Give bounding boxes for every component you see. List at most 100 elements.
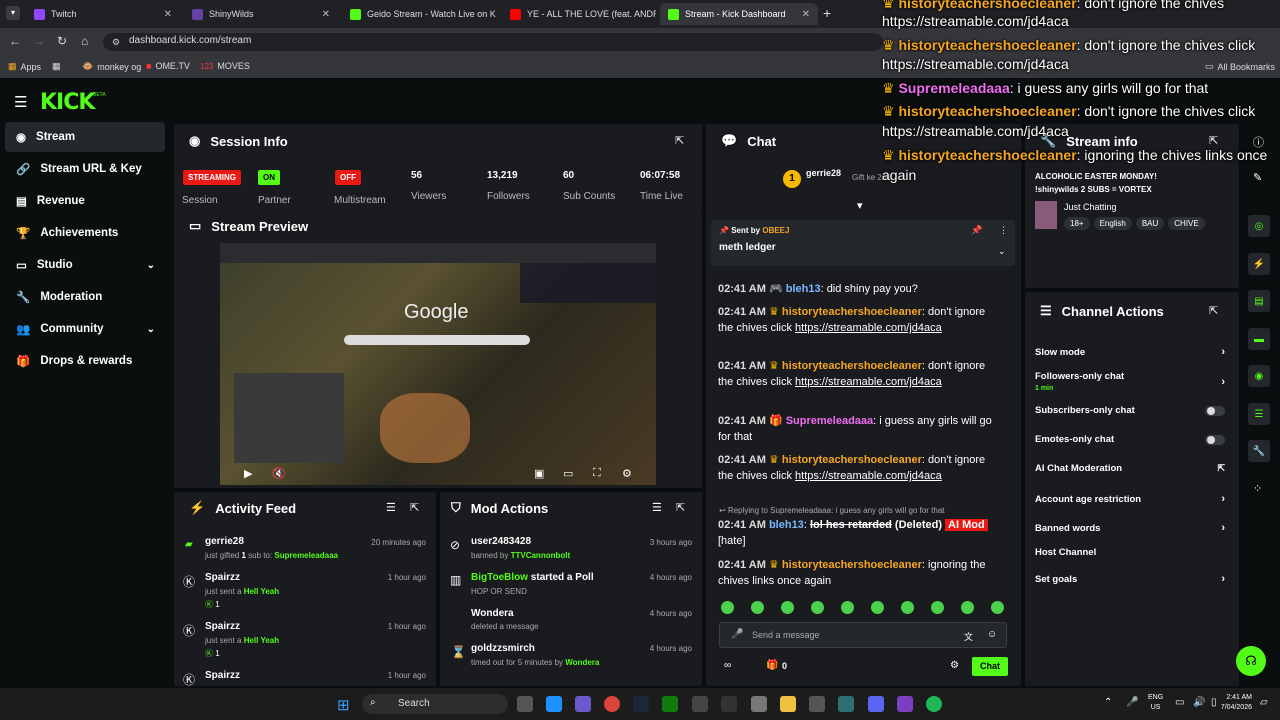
xbox-icon[interactable] bbox=[662, 696, 678, 712]
theater-icon[interactable]: ▭ bbox=[563, 467, 573, 480]
sidebar-item-stream-url[interactable]: 🔗 Stream URL & Key bbox=[5, 154, 165, 184]
tab-search-icon[interactable]: ▾ bbox=[6, 6, 20, 20]
sidebar-item-achievements[interactable]: 🏆 Achievements bbox=[5, 218, 165, 248]
tab-twitch[interactable]: Twitch ✕ bbox=[26, 3, 180, 25]
bookmark-ometv[interactable]: ■ OME.TV bbox=[146, 61, 190, 71]
pip-icon[interactable]: ▣ bbox=[534, 467, 544, 480]
activity-user[interactable]: gerrie28 bbox=[205, 536, 244, 547]
close-icon[interactable]: ✕ bbox=[802, 9, 810, 20]
app-icon[interactable] bbox=[692, 696, 708, 712]
emote-icon[interactable] bbox=[721, 601, 734, 614]
mod-user[interactable]: BigToeBlow bbox=[471, 572, 528, 583]
mod-user[interactable]: goldzzsmirch bbox=[471, 643, 535, 654]
windows-start-icon[interactable]: ⊞ bbox=[337, 696, 350, 714]
site-info-icon[interactable]: ⚙ bbox=[112, 37, 120, 48]
play-icon[interactable]: ▶ bbox=[244, 467, 252, 480]
lightning-icon[interactable]: ⚡ bbox=[1248, 253, 1270, 275]
mod-user[interactable]: Wondera bbox=[471, 608, 514, 619]
task-view-icon[interactable] bbox=[517, 696, 533, 712]
menu-icon[interactable]: ☰ bbox=[14, 93, 27, 111]
app-icon[interactable] bbox=[721, 696, 737, 712]
close-icon[interactable]: ✕ bbox=[164, 9, 172, 20]
gear-icon[interactable]: ⚙ bbox=[950, 660, 959, 671]
clipboard-icon[interactable]: ▤ bbox=[1248, 290, 1270, 312]
subscribers-only-action[interactable]: Subscribers-only chat bbox=[1035, 405, 1225, 416]
tray-chevron-icon[interactable]: ⌃ bbox=[1104, 697, 1112, 708]
emoji-icon[interactable]: ☺ bbox=[987, 629, 997, 640]
url-input[interactable]: dashboard.kick.com/stream bbox=[103, 33, 883, 51]
network-icon[interactable]: ▭ bbox=[1175, 697, 1184, 708]
mute-icon[interactable]: 🔇 bbox=[272, 467, 286, 480]
broadcast-icon[interactable]: ◉ bbox=[1248, 365, 1270, 387]
file-explorer-icon[interactable] bbox=[780, 696, 796, 712]
activity-user[interactable]: Spairzz bbox=[205, 621, 240, 632]
back-icon[interactable]: ← bbox=[9, 34, 21, 48]
host-channel-action[interactable]: Host Channel bbox=[1035, 547, 1225, 558]
video-player[interactable]: Google ▶ 🔇 ▣ ▭ ⛶ ⚙ bbox=[220, 243, 656, 485]
reload-icon[interactable]: ↻ bbox=[57, 34, 67, 48]
sidebar-item-drops[interactable]: 🎁 Drops & rewards bbox=[5, 346, 165, 376]
popout-icon[interactable]: ⇱ bbox=[1209, 304, 1218, 317]
emote-icon[interactable] bbox=[991, 601, 1004, 614]
bookmark-monkey[interactable]: 🐵 monkey og bbox=[82, 61, 141, 72]
emote-icon[interactable] bbox=[751, 601, 764, 614]
spotify-icon[interactable] bbox=[926, 696, 942, 712]
sidebar-item-studio[interactable]: ▭ Studio ⌄ bbox=[5, 250, 165, 280]
tab-youtube[interactable]: YE - ALL THE LOVE (feat. ANDR✕ bbox=[502, 3, 656, 25]
followers-only-action[interactable]: Followers-only chat 1 min › bbox=[1035, 371, 1225, 393]
chevron-down-icon[interactable]: ⌄ bbox=[998, 246, 1006, 257]
camera-icon[interactable]: ◎ bbox=[1248, 215, 1270, 237]
emote-icon[interactable] bbox=[811, 601, 824, 614]
tab-geido[interactable]: Geido Stream - Watch Live on K✕ bbox=[342, 3, 500, 25]
app-icon[interactable] bbox=[575, 696, 591, 712]
settings-icon[interactable]: ⚙ bbox=[622, 467, 632, 480]
gift-box-icon[interactable]: 🎁 bbox=[766, 660, 778, 671]
emote-icon[interactable] bbox=[901, 601, 914, 614]
fullscreen-icon[interactable]: ⛶ bbox=[593, 467, 601, 480]
popout-icon[interactable]: ⇱ bbox=[676, 501, 685, 514]
close-icon[interactable]: ✕ bbox=[322, 9, 330, 20]
bookmark-apps[interactable]: ▦ Apps bbox=[8, 61, 41, 72]
notification-icon[interactable]: ▱ bbox=[1260, 697, 1268, 708]
language-indicator[interactable]: ENG US bbox=[1148, 693, 1163, 713]
emote-icon[interactable] bbox=[841, 601, 854, 614]
tag[interactable]: 18+ bbox=[1064, 217, 1090, 230]
unpin-icon[interactable]: 📌 bbox=[971, 225, 982, 236]
list-icon[interactable]: ☰ bbox=[1248, 403, 1270, 425]
subscribers-only-toggle[interactable] bbox=[1205, 405, 1225, 416]
sidebar-item-community[interactable]: 👥 Community ⌄ bbox=[5, 314, 165, 344]
emotes-only-toggle[interactable] bbox=[1205, 434, 1225, 445]
popout-icon[interactable]: ⇱ bbox=[675, 134, 684, 147]
sidebar-item-revenue[interactable]: ▤ Revenue bbox=[5, 186, 165, 216]
mic-icon[interactable]: 🎤 bbox=[731, 629, 743, 640]
account-age-action[interactable]: Account age restriction › bbox=[1035, 493, 1225, 505]
translate-icon[interactable]: 文 bbox=[964, 630, 973, 643]
grid-icon[interactable]: ▦ bbox=[52, 61, 61, 72]
tag[interactable]: BAU bbox=[1135, 217, 1165, 230]
taskbar-search[interactable]: Search bbox=[362, 694, 508, 714]
chrome-icon[interactable] bbox=[604, 696, 620, 712]
store-icon[interactable] bbox=[809, 696, 825, 712]
gifter-name[interactable]: gerrie28 bbox=[806, 168, 841, 178]
forward-icon[interactable]: → bbox=[33, 34, 45, 48]
sidebar-item-stream[interactable]: ◉ Stream bbox=[5, 122, 165, 152]
popout-icon[interactable]: ⇱ bbox=[410, 501, 419, 514]
support-button[interactable]: ☊ bbox=[1236, 646, 1266, 676]
app-icon[interactable] bbox=[838, 696, 854, 712]
mic-icon[interactable]: 🎤 bbox=[1126, 697, 1138, 708]
slow-mode-action[interactable]: Slow mode › bbox=[1035, 346, 1225, 358]
activity-user[interactable]: Spairzz bbox=[205, 572, 240, 583]
banned-words-action[interactable]: Banned words › bbox=[1035, 522, 1225, 534]
chat-bubble-icon[interactable]: ▬ bbox=[1248, 328, 1270, 350]
discord-icon[interactable] bbox=[868, 696, 884, 712]
filter-icon[interactable]: ☰ bbox=[386, 501, 396, 514]
emote-icon[interactable] bbox=[871, 601, 884, 614]
set-goals-action[interactable]: Set goals › bbox=[1035, 573, 1225, 585]
edge-icon[interactable] bbox=[546, 696, 562, 712]
home-icon[interactable]: ⌂ bbox=[81, 34, 88, 48]
mod-user[interactable]: user2483428 bbox=[471, 536, 531, 547]
more-icon[interactable]: ⋮ bbox=[999, 225, 1008, 236]
sidebar-item-moderation[interactable]: 🔧 Moderation bbox=[5, 282, 165, 312]
filter-icon[interactable]: ☰ bbox=[652, 501, 662, 514]
volume-icon[interactable]: 🔊 bbox=[1193, 697, 1205, 708]
